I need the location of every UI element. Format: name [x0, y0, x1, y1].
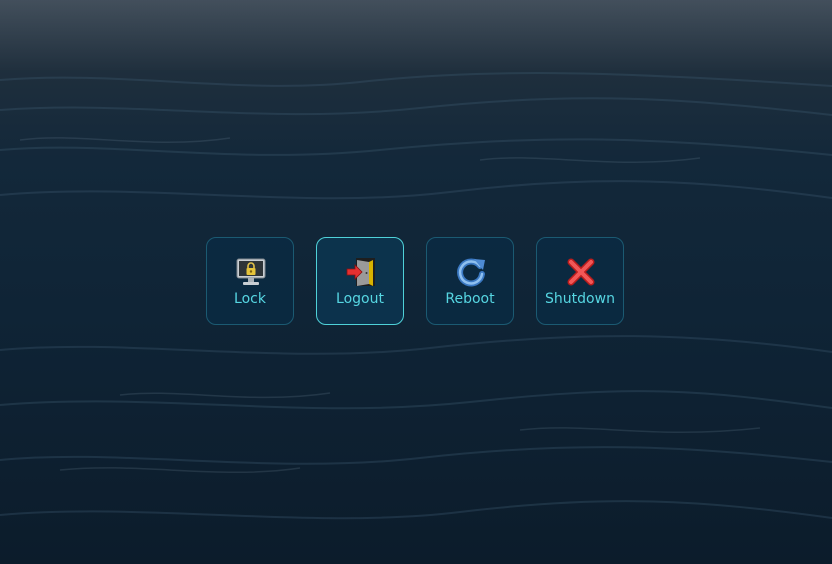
reboot-icon	[457, 258, 485, 287]
reboot-button[interactable]: Reboot	[426, 237, 514, 325]
lock-label: Lock	[234, 291, 266, 307]
logout-button[interactable]: Logout	[316, 237, 404, 325]
lock-monitor-icon	[236, 258, 266, 285]
shutdown-button[interactable]: Shutdown	[536, 237, 624, 325]
lock-button[interactable]: Lock	[206, 237, 294, 325]
logout-door-icon	[346, 258, 375, 286]
power-menu: Lock Logout Reboot Shutdown	[206, 237, 626, 327]
shutdown-label: Shutdown	[545, 291, 615, 307]
shutdown-icon	[567, 258, 595, 286]
reboot-label: Reboot	[445, 291, 495, 307]
logout-label: Logout	[336, 291, 384, 307]
desktop-screen: Lock Logout Reboot Shutdown	[0, 0, 832, 564]
